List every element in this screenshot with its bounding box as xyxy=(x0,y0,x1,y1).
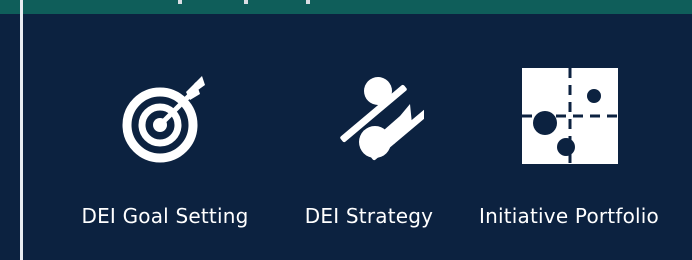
card-initiative-portfolio[interactable]: Initiative Portfolio xyxy=(464,50,674,250)
card-label: DEI Goal Setting xyxy=(81,204,249,228)
strategy-connector-icon xyxy=(314,64,437,174)
header-band xyxy=(0,0,692,14)
card-goal-setting[interactable]: DEI Goal Setting xyxy=(60,50,270,250)
portfolio-matrix-icon xyxy=(514,64,624,174)
card-label: DEI Strategy xyxy=(304,204,434,228)
target-icon xyxy=(110,64,220,174)
card-strategy[interactable]: DEI Strategy xyxy=(264,50,474,250)
left-divider xyxy=(20,0,23,260)
card-label: Initiative Portfolio xyxy=(479,204,659,228)
header-band-notch xyxy=(178,0,182,4)
header-band-notch xyxy=(306,0,310,4)
header-band-notch xyxy=(244,0,248,4)
